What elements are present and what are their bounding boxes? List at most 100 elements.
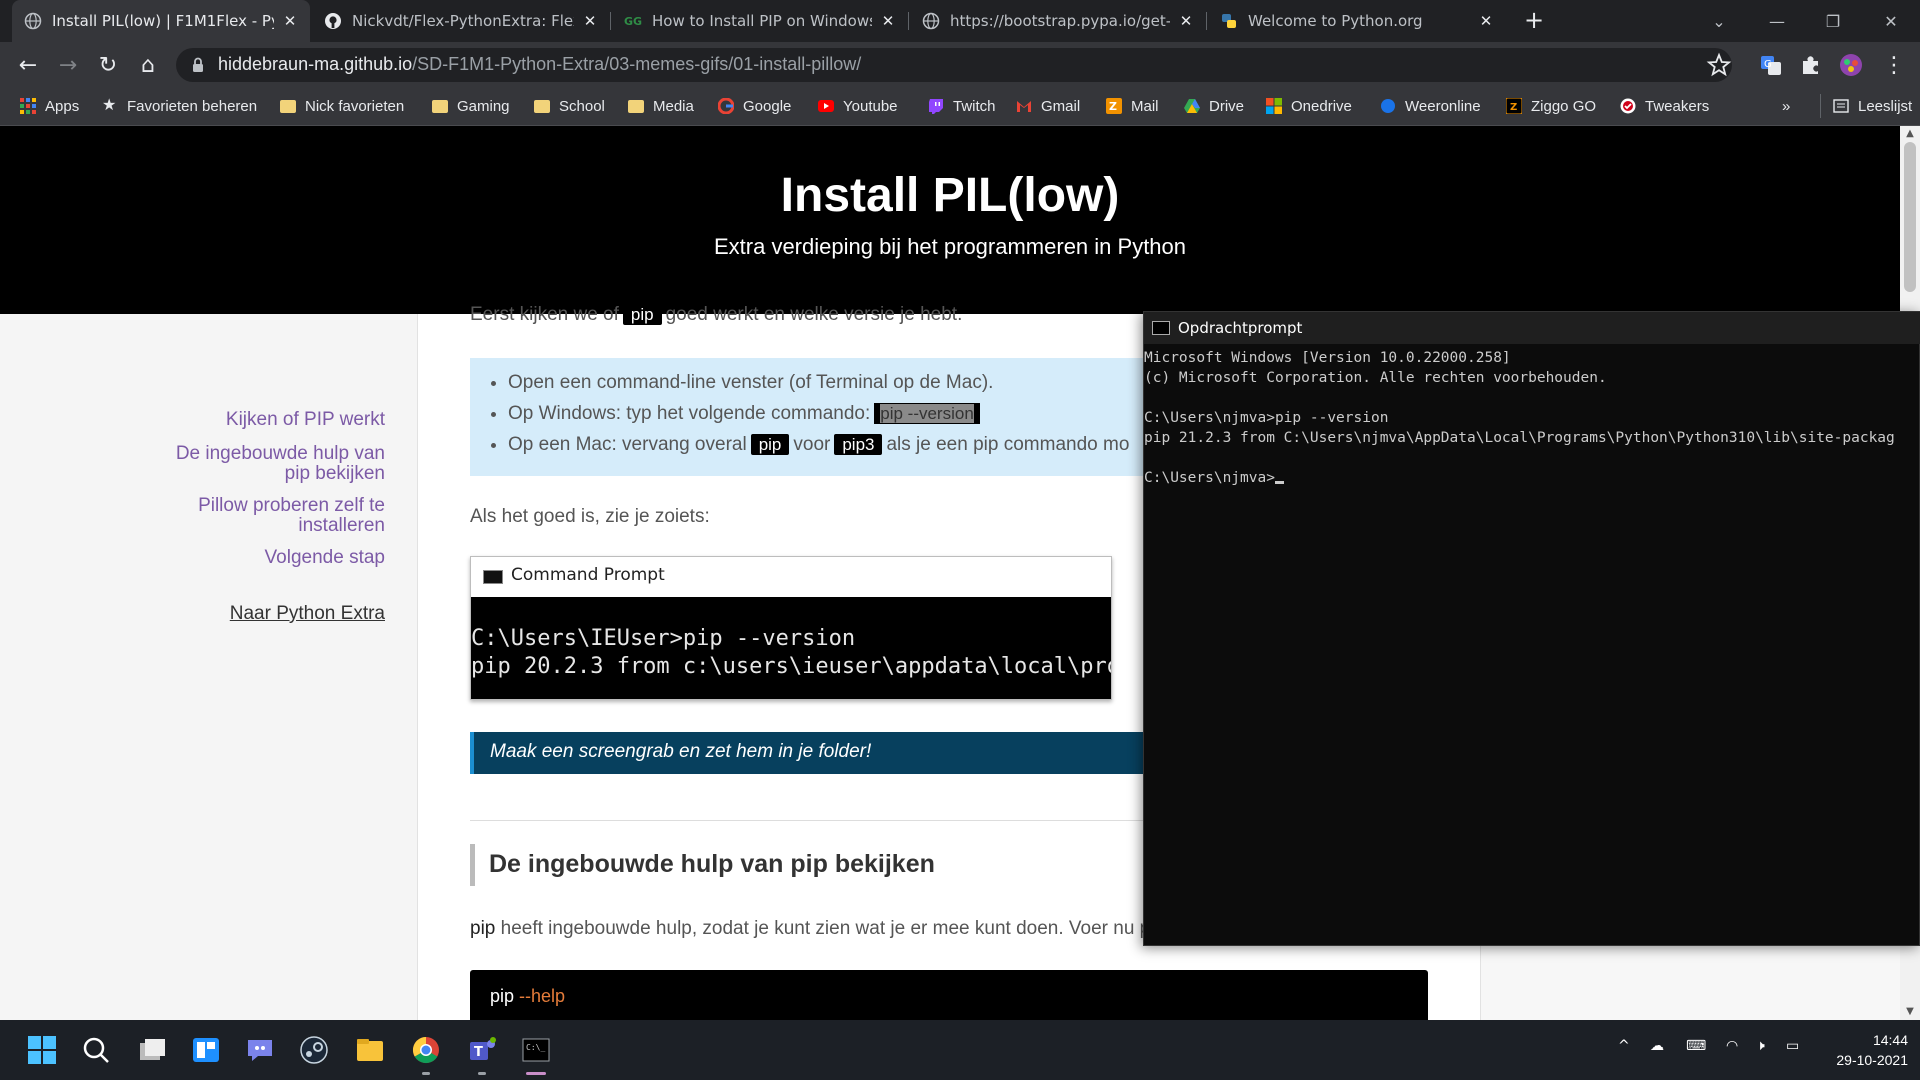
wifi-icon[interactable]: ◠ (1726, 1038, 1738, 1054)
search-icon[interactable] (76, 1030, 116, 1070)
bookmarks-overflow-button[interactable]: » (1782, 94, 1790, 118)
widgets-icon[interactable] (186, 1030, 226, 1070)
toc-link-pillow-installeren[interactable]: Pillow proberen zelf te installeren (198, 496, 385, 536)
url-path: /SD-F1M1-Python-Extra/03-memes-gifs/01-i… (412, 54, 862, 74)
toc-label: De ingebouwde hulp van (175, 443, 385, 464)
close-window-icon[interactable]: ✕ (1862, 0, 1920, 42)
cmd-titlebar[interactable]: Opdrachtprompt (1144, 312, 1920, 344)
tab-python-org[interactable]: Welcome to Python.org ✕ (1208, 0, 1506, 42)
bookmark-folder-gaming[interactable]: Gaming (432, 94, 510, 118)
bookmark-weeronline[interactable]: Weeronline (1380, 94, 1481, 118)
tab-close-icon[interactable]: ✕ (282, 12, 298, 30)
scrollbar-thumb[interactable] (1904, 142, 1916, 292)
screenshot-console: C:\Users\IEUser>pip --version pip 20.2.3 … (471, 597, 1111, 699)
back-to-python-extra-link[interactable]: Naar Python Extra (230, 604, 385, 624)
bookmark-label: Media (653, 97, 694, 115)
bookmark-google[interactable]: Google (718, 94, 791, 118)
bookmark-folder-nick[interactable]: Nick favorieten (280, 94, 404, 118)
tab-close-icon[interactable]: ✕ (1178, 12, 1194, 30)
toc-link-kijken-pip[interactable]: Kijken of PIP werkt (226, 410, 385, 430)
minimize-icon[interactable]: — (1748, 0, 1806, 42)
bookmark-label: Apps (45, 97, 80, 115)
volume-muted-icon[interactable]: 🕨 (1756, 1038, 1765, 1054)
example-screenshot: Command Prompt C:\Users\IEUser>pip --ver… (470, 556, 1112, 700)
screenshot-titlebar: Command Prompt (471, 557, 1111, 597)
folder-icon (280, 99, 296, 113)
reading-list-label: Leeslijst (1858, 97, 1913, 115)
translate-icon[interactable]: G (1758, 52, 1784, 78)
tray-chevron-icon[interactable]: ^ (1618, 1038, 1630, 1054)
bookmark-mail[interactable]: Z Mail (1106, 94, 1159, 118)
bookmark-onedrive[interactable]: Onedrive (1266, 94, 1352, 118)
bookmark-ziggo[interactable]: Z Ziggo GO (1506, 94, 1596, 118)
youtube-icon (818, 100, 834, 112)
bookmark-drive[interactable]: Drive (1184, 94, 1244, 118)
new-tab-button[interactable]: + (1520, 6, 1548, 34)
bookmark-twitch[interactable]: Twitch (928, 94, 996, 118)
running-indicator (478, 1072, 486, 1075)
tab-search-chevron-icon[interactable]: ⌄ (1690, 0, 1748, 42)
bookmark-tweakers[interactable]: Tweakers (1620, 94, 1709, 118)
twitch-icon (929, 99, 943, 114)
home-icon[interactable]: ⌂ (134, 52, 162, 80)
toc-link-ingebouwde-hulp[interactable]: De ingebouwde hulp van pip bekijken (176, 444, 385, 484)
task-view-icon[interactable] (132, 1030, 172, 1070)
scroll-down-icon[interactable]: ▼ (1900, 1006, 1920, 1017)
bookmark-youtube[interactable]: Youtube (818, 94, 898, 118)
bookmark-favorieten[interactable]: ★ Favorieten beheren (102, 94, 257, 118)
extensions-puzzle-icon[interactable] (1798, 52, 1824, 78)
url-host: hiddebraun-ma.github.io (218, 54, 413, 74)
system-clock[interactable]: 14:44 29-10-2021 (1818, 1030, 1908, 1070)
cmd-console[interactable]: Microsoft Windows [Version 10.0.22000.25… (1144, 348, 1920, 946)
active-indicator (526, 1072, 546, 1075)
folder-icon (432, 99, 448, 113)
forward-arrow-icon[interactable]: → (54, 52, 82, 80)
teams-icon[interactable]: T (462, 1030, 502, 1070)
bookmark-folder-media[interactable]: Media (628, 94, 694, 118)
bookmark-label: Drive (1209, 97, 1245, 115)
steam-icon[interactable] (294, 1030, 334, 1070)
bookmark-gmail[interactable]: Gmail (1016, 94, 1080, 118)
page-header: Install PIL(low) Extra verdieping bij he… (0, 126, 1900, 314)
restore-icon[interactable]: ❐ (1804, 0, 1862, 42)
scroll-up-icon[interactable]: ▲ (1900, 128, 1920, 139)
inline-code-selected[interactable]: pip --version (874, 403, 980, 424)
bookmark-label: School (559, 97, 605, 115)
reload-icon[interactable]: ↻ (94, 52, 122, 80)
toc-label: pip bekijken (284, 463, 385, 484)
profile-avatar[interactable] (1838, 52, 1864, 78)
cmd-title: Opdrachtprompt (1178, 319, 1303, 337)
menu-kebab-icon[interactable]: ⋮ (1880, 52, 1908, 80)
bookmark-folder-school[interactable]: School (534, 94, 605, 118)
chrome-icon[interactable] (406, 1030, 446, 1070)
toc-label: Volgende stap (264, 547, 385, 568)
tab-geeksforgeeks[interactable]: GG How to Install PIP on Windows ? ✕ (612, 0, 908, 42)
bookmark-apps[interactable]: Apps (20, 94, 79, 118)
folder-icon (628, 99, 644, 113)
teams-chat-icon[interactable] (240, 1030, 280, 1070)
bookmark-label: Gaming (457, 97, 510, 115)
command-prompt-window[interactable]: Opdrachtprompt Microsoft Windows [Versio… (1143, 311, 1920, 946)
console-line: pip 21.2.3 from C:\Users\njmva\AppData\L… (1144, 430, 1895, 446)
bookmark-label: Gmail (1041, 97, 1081, 115)
keyboard-icon[interactable]: ⌨ (1686, 1038, 1706, 1054)
windows-start-icon[interactable] (22, 1030, 62, 1070)
url-text[interactable]: hiddebraun-ma.github.io/SD-F1M1-Python-E… (218, 54, 861, 75)
file-explorer-icon[interactable] (350, 1030, 390, 1070)
tab-close-icon[interactable]: ✕ (880, 12, 896, 30)
terminal-icon[interactable]: C:\_ (516, 1030, 556, 1070)
lock-icon[interactable] (192, 57, 204, 73)
reading-list-button[interactable]: Leeslijst (1820, 94, 1912, 118)
tab-install-pillow[interactable]: Install PIL(low) | F1M1Flex - Pytho ✕ (12, 0, 310, 42)
tab-get-pip[interactable]: https://bootstrap.pypa.io/get-pip ✕ (910, 0, 1206, 42)
tab-close-icon[interactable]: ✕ (582, 12, 598, 30)
toc-link-volgende-stap[interactable]: Volgende stap (265, 548, 385, 568)
svg-text:G: G (1764, 59, 1772, 70)
drive-icon (1184, 99, 1200, 113)
tab-github[interactable]: Nickvdt/Flex-PythonExtra: Flex Py ✕ (312, 0, 610, 42)
tab-close-icon[interactable]: ✕ (1478, 12, 1494, 30)
battery-icon[interactable]: ▭ (1786, 1038, 1799, 1054)
weather-tray-icon[interactable]: ☁ (1650, 1038, 1664, 1054)
bookmark-star-icon[interactable] (1706, 52, 1732, 78)
back-arrow-icon[interactable]: ← (14, 52, 42, 80)
